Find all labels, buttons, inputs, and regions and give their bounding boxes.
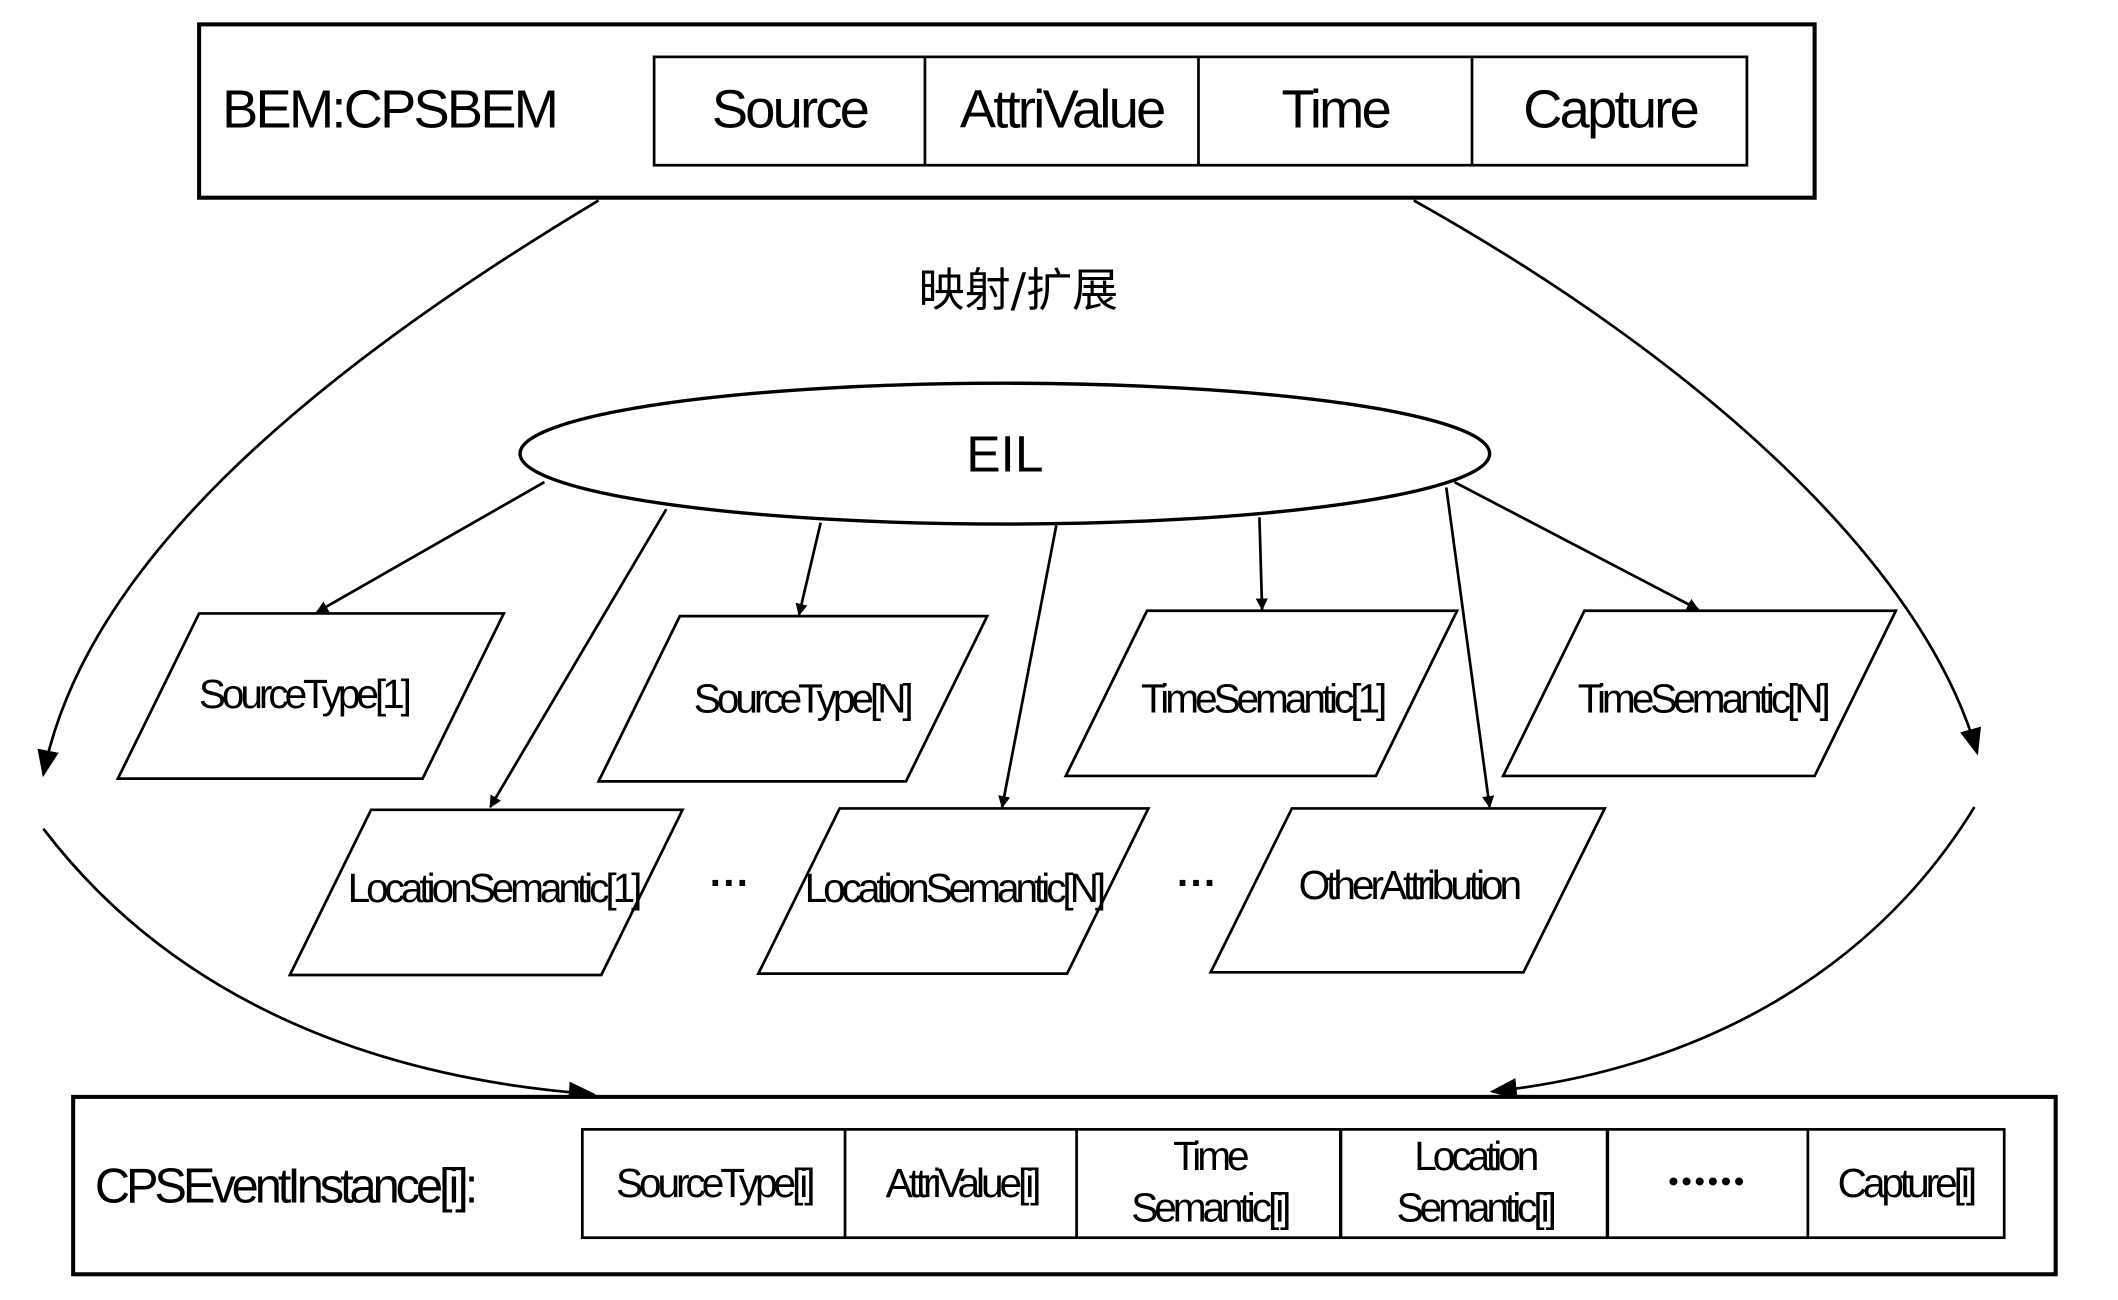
top-field-source: Source bbox=[712, 79, 868, 139]
node-sourcetype-1: SourceType[1] bbox=[199, 671, 410, 717]
bottom-field-location-line1: Location bbox=[1414, 1133, 1537, 1179]
eil-label: EIL bbox=[966, 424, 1043, 482]
bottom-field-attrivalue: AttriValue[i] bbox=[886, 1160, 1040, 1206]
bottom-field-ellipsis: •••••• bbox=[1668, 1166, 1747, 1199]
arrow-to-otherattribution bbox=[1444, 487, 1495, 809]
bottom-field-time-line2: Semantic[i] bbox=[1131, 1184, 1289, 1230]
arrow-to-timesemantic-1 bbox=[1255, 517, 1268, 611]
arrow-to-sourcetype-1 bbox=[315, 480, 546, 614]
node-timesemantic-1: TimeSemantic[1] bbox=[1141, 675, 1385, 721]
row2-nodes: LocationSemantic[1] ··· LocationSemantic… bbox=[287, 807, 1607, 977]
top-field-time: Time bbox=[1281, 79, 1389, 139]
bottom-field-location-line2: Semantic[i] bbox=[1397, 1184, 1555, 1230]
top-field-capture: Capture bbox=[1523, 79, 1697, 139]
ellipsis-2: ··· bbox=[1177, 859, 1218, 905]
top-field-attrivalue: AttriValue bbox=[960, 79, 1164, 139]
eil-node: EIL bbox=[518, 381, 1492, 526]
bottom-field-capture: Capture[i] bbox=[1838, 1160, 1975, 1206]
ellipsis-1: ··· bbox=[710, 859, 751, 905]
row1-nodes: SourceType[1] SourceType[N] TimeSemantic… bbox=[115, 609, 1899, 783]
bottom-box-title: CPSEventInstance[i]: bbox=[95, 1160, 475, 1214]
bottom-field-time-line1: Time bbox=[1173, 1133, 1248, 1179]
mapping-label: 映射/扩展 bbox=[919, 263, 1119, 317]
bottom-box: CPSEventInstance[i]: SourceType[i] Attri… bbox=[71, 1094, 2058, 1277]
arrow-to-timesemantic-n bbox=[1453, 480, 1700, 611]
bottom-field-sourcetype: SourceType[i] bbox=[616, 1160, 813, 1206]
diagram: BEM:CPSBEM Source AttriValue Time Captur… bbox=[37, 22, 2058, 1277]
node-locationsemantic-n: LocationSemantic[N] bbox=[805, 865, 1104, 911]
arrow-to-locationsemantic-n bbox=[998, 525, 1058, 809]
arrow-to-sourcetype-n bbox=[795, 522, 822, 616]
eil-arrows bbox=[315, 480, 1700, 809]
top-box-title: BEM:CPSBEM bbox=[222, 79, 556, 139]
node-locationsemantic-1: LocationSemantic[1] bbox=[348, 865, 641, 911]
top-box: BEM:CPSBEM Source AttriValue Time Captur… bbox=[197, 22, 1817, 200]
node-otherattribution: OtherAttribution bbox=[1299, 862, 1520, 908]
node-timesemantic-n: TimeSemantic[N] bbox=[1578, 675, 1829, 721]
node-sourcetype-n: SourceType[N] bbox=[694, 675, 912, 721]
